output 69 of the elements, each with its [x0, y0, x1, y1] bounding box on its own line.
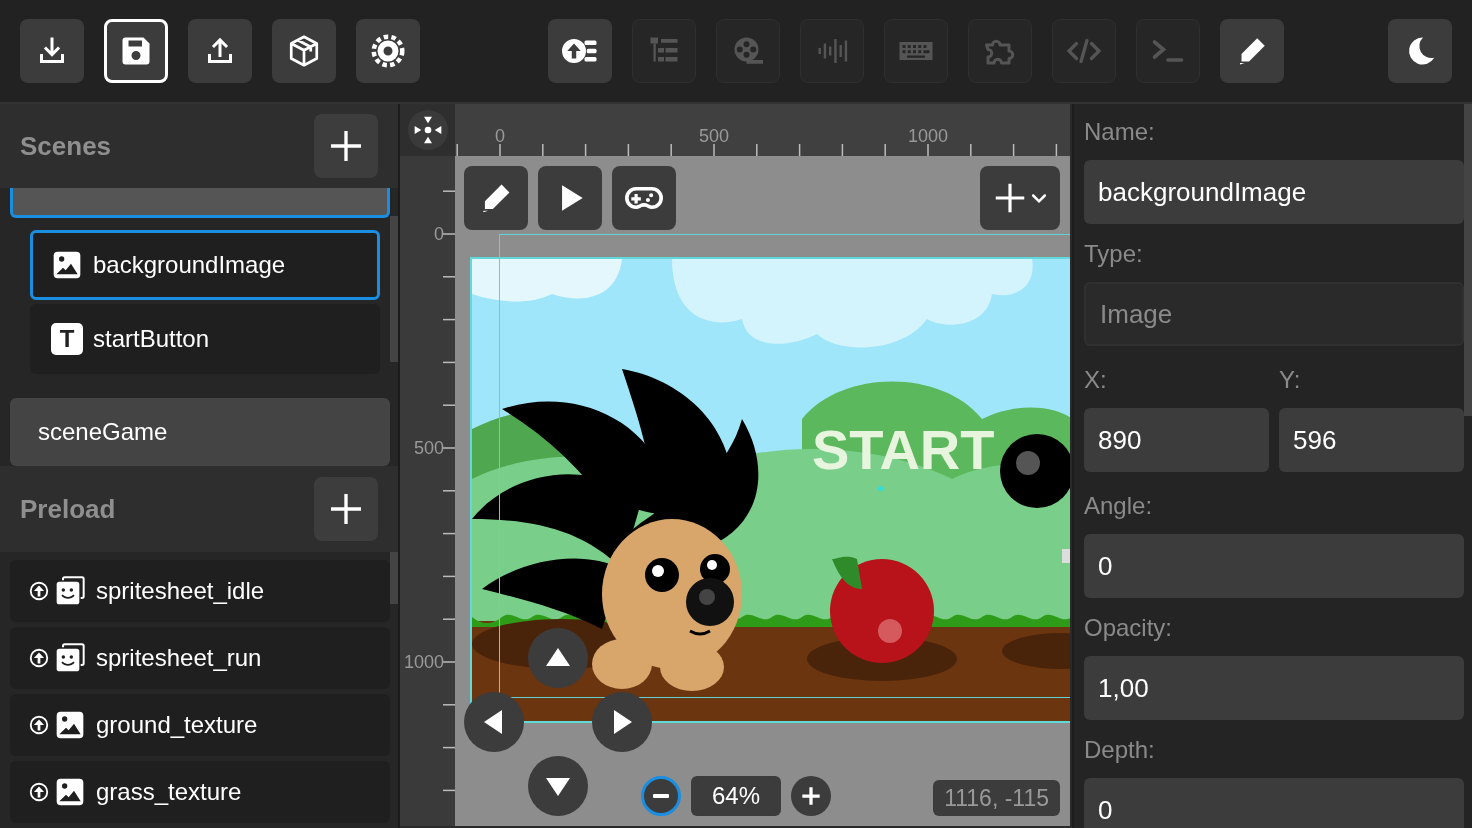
download-button[interactable]	[20, 19, 84, 83]
field-label: Y:	[1279, 365, 1302, 395]
gamepad-button[interactable]	[612, 166, 676, 230]
field-label: Name:	[1084, 117, 1156, 147]
asset-item[interactable]: spritesheet_run	[10, 627, 390, 689]
minus-icon	[653, 794, 669, 798]
text-object-icon: T	[51, 323, 83, 355]
asset-name: spritesheet_run	[96, 644, 262, 672]
origin-dot	[878, 486, 883, 491]
ruler-label: 0	[434, 224, 444, 244]
object-item[interactable]: backgroundImage	[30, 230, 380, 300]
theme-button[interactable]	[1388, 19, 1452, 83]
zoom-in-button[interactable]	[791, 776, 831, 816]
property-field[interactable]: 1,00	[1084, 656, 1464, 720]
settings-icon	[370, 33, 406, 69]
object-name: startButton	[93, 325, 210, 353]
asset-item[interactable]: ground_texture	[10, 694, 390, 756]
play-button[interactable]	[538, 166, 602, 230]
zoom-out-button[interactable]	[641, 776, 681, 816]
property-field[interactable]: 0	[1084, 534, 1464, 598]
asset-name: grass_texture	[96, 778, 242, 806]
property-field[interactable]: 890	[1084, 408, 1269, 472]
preload-button[interactable]	[548, 19, 612, 83]
property-field[interactable]: 0	[1084, 778, 1464, 828]
field-label: Type:	[1084, 239, 1144, 269]
add-scene-button[interactable]	[314, 114, 378, 178]
field-label: Depth:	[1084, 735, 1156, 765]
asset-name: ground_texture	[96, 711, 258, 739]
scene-item[interactable]: sceneGame	[10, 398, 390, 466]
image-icon	[51, 249, 83, 281]
ruler-label: 500	[413, 438, 444, 458]
asset-item[interactable]: spritesheet_idle	[10, 560, 390, 622]
object-item[interactable]: T startButton	[30, 304, 380, 374]
field-label: Angle:	[1084, 491, 1154, 521]
scrollbar[interactable]	[1464, 104, 1472, 416]
field-label: Opacity:	[1084, 613, 1174, 643]
scenes-title: Scenes	[20, 130, 112, 162]
scene-text: START	[812, 418, 995, 481]
sprite-stack-icon	[54, 642, 86, 674]
settings-button[interactable]	[356, 19, 420, 83]
pencil-button[interactable]	[464, 166, 528, 230]
image-icon	[54, 709, 86, 741]
zoom-level: 64%	[691, 776, 781, 816]
move-button[interactable]	[407, 110, 448, 150]
box-button[interactable]	[272, 19, 336, 83]
property-field[interactable]: backgroundImage	[1084, 160, 1464, 224]
ruler-label: 1000	[403, 652, 444, 672]
add-asset-button[interactable]	[314, 477, 378, 541]
image-icon	[54, 776, 86, 808]
asset-name: spritesheet_idle	[96, 577, 265, 605]
save-button[interactable]	[104, 19, 168, 83]
scrollbar[interactable]	[390, 216, 398, 362]
upload-button[interactable]	[188, 19, 252, 83]
add-object-button[interactable]	[980, 166, 1060, 230]
ruler-label: 500	[699, 126, 729, 146]
pan-left-button[interactable]	[464, 692, 524, 752]
property-field[interactable]: 596	[1279, 408, 1464, 472]
ruler-label: 1000	[908, 126, 948, 146]
scrollbar[interactable]	[390, 552, 398, 604]
sprite-stack-icon	[54, 575, 86, 607]
ruler-label: 0	[495, 126, 505, 146]
pan-right-button[interactable]	[592, 692, 652, 752]
pan-down-button[interactable]	[528, 756, 588, 816]
field-label: X:	[1084, 365, 1108, 395]
preload-title: Preload	[20, 493, 116, 525]
object-name: backgroundImage	[93, 251, 286, 279]
asset-item[interactable]: grass_texture	[10, 761, 390, 823]
cursor-coordinates: 1116, -115	[933, 780, 1060, 816]
pencil-button[interactable]	[1220, 19, 1284, 83]
